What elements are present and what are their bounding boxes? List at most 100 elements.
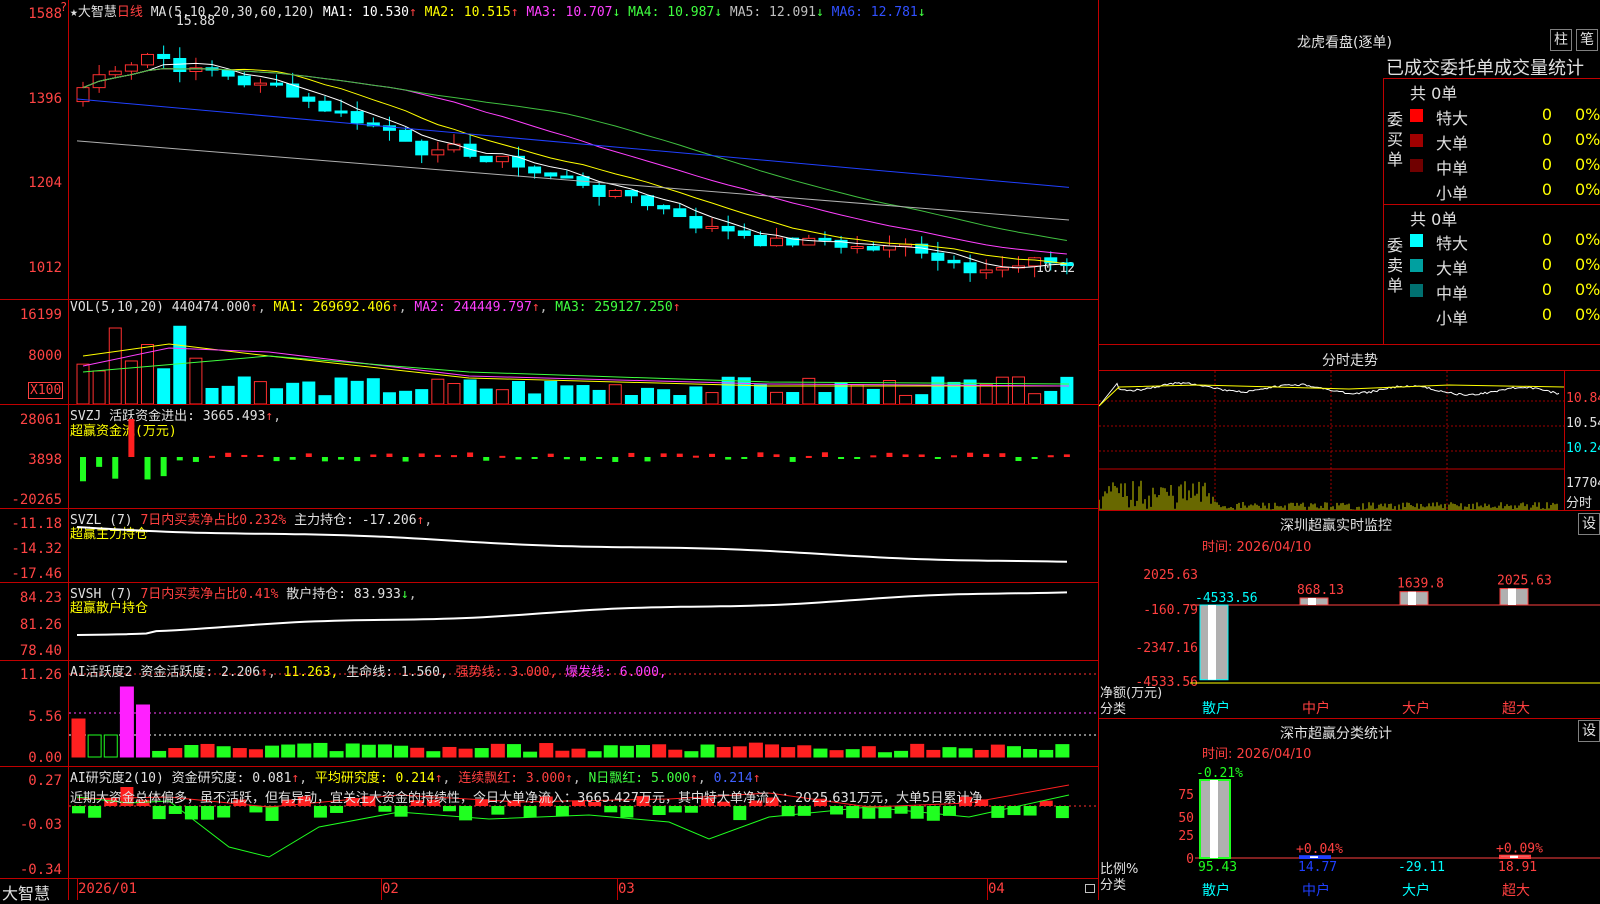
price-axis-3: 1204 (28, 175, 62, 191)
activity-bar (716, 747, 731, 758)
volume-bar (108, 327, 122, 404)
volume-chart (76, 325, 1074, 404)
vol-unit: X100 (28, 382, 64, 399)
volume-bar (576, 385, 590, 404)
stat-label: 大单 (1436, 259, 1469, 278)
ma3-line (82, 68, 1067, 255)
bottom-stock-name[interactable]: 大智慧 (2, 880, 50, 904)
candle-body (124, 64, 138, 72)
volume-bar (528, 393, 542, 404)
vol-ma3 (82, 355, 1070, 385)
price-axis-1: 1588 (28, 6, 62, 22)
flow-bar (450, 455, 457, 458)
activity-bar (587, 751, 602, 758)
flow-bar (612, 457, 619, 462)
flow-bar (580, 457, 586, 461)
monitor-settings-button[interactable]: 设 (1578, 513, 1600, 535)
volume-bar (673, 395, 687, 404)
class-category: 超大 (1502, 883, 1530, 899)
volume-bar (511, 381, 525, 404)
question-mark[interactable]: ? (60, 0, 67, 14)
ma-arrow-3: ↓ (612, 5, 621, 20)
activity-bar (329, 751, 344, 758)
volume-bar (931, 376, 945, 404)
price-chart (76, 45, 1074, 282)
flow-bar (370, 454, 377, 457)
activity-bar (136, 704, 151, 758)
candle-body (802, 237, 816, 246)
candle-body (1028, 257, 1042, 267)
activity-bar (748, 742, 763, 758)
flow-bar (402, 457, 409, 462)
stat-count: 0 (1541, 130, 1552, 149)
fenshi-axis-5: 分时 (1566, 496, 1593, 511)
flow-bar (192, 457, 199, 462)
flow-bar (709, 453, 716, 457)
volume-bar (157, 368, 171, 404)
activity-bar (877, 752, 892, 758)
ma-arrow-2: ↑ (510, 5, 519, 20)
stat-label: 特大 (1436, 109, 1469, 128)
svzj-chart (80, 419, 1070, 482)
activity-bar (345, 743, 360, 758)
research-bar (88, 806, 102, 818)
volume-bar (205, 387, 219, 404)
volume-bar (818, 392, 832, 404)
lock-icon[interactable] (1085, 884, 1095, 893)
tab-bi-button[interactable]: 笔 (1576, 29, 1598, 51)
class-value: 14.77 (1298, 860, 1338, 875)
candle-body (995, 267, 1009, 271)
volume-bar (1028, 393, 1042, 404)
flow-bar (467, 452, 474, 457)
flow-bar (692, 455, 699, 458)
flow-bar (644, 457, 651, 462)
candle-body (415, 140, 429, 156)
candle-body (608, 189, 622, 197)
svzj-axis-3: -20265 (11, 492, 62, 508)
volume-bar (899, 394, 913, 404)
class-value: 95.43 (1198, 860, 1238, 875)
tab-zhu-button[interactable]: 柱 (1550, 29, 1572, 51)
activity-bar (361, 744, 376, 758)
ar-axis-3: -0.34 (19, 862, 62, 878)
research-bar (152, 806, 166, 820)
research-bar (313, 806, 327, 818)
flow-bar (499, 455, 506, 458)
volume-bar (221, 385, 235, 404)
activity-bar (894, 750, 909, 758)
research-bar (668, 806, 682, 813)
flow-bar (112, 457, 119, 479)
flow-bar (96, 457, 103, 467)
class-top-label: -0.21% (1196, 766, 1243, 781)
svsh-chart (76, 591, 1068, 636)
candle-body (689, 216, 703, 229)
svzl-axis-2: -14.32 (11, 541, 62, 557)
volume-bar (76, 363, 90, 404)
volume-bar (318, 395, 332, 404)
class-axis-label: 0 (1186, 852, 1194, 867)
candle-body (641, 195, 655, 207)
net-value-label: 868.13 (1297, 583, 1344, 598)
stat-percent: 0% (1575, 255, 1600, 274)
volume-bar (753, 384, 767, 404)
activity-bar (281, 744, 296, 758)
activity-bar (603, 745, 618, 758)
monitor-category: 大户 (1402, 701, 1430, 717)
flow-bar (176, 457, 183, 461)
volume-bar (657, 389, 671, 404)
period-label[interactable]: 日线 (117, 5, 143, 20)
ai-axis-3: 0.00 (28, 750, 62, 766)
ma-arrow-5: ↓ (815, 5, 824, 20)
class-chart: -0.21% +0.04% +0.09% (1195, 766, 1600, 860)
volume-bar (463, 379, 477, 404)
activity-bar (1039, 749, 1054, 758)
volume-bar (270, 388, 284, 404)
volume-bar (1011, 376, 1025, 404)
volume-bar (705, 392, 719, 404)
stock-name[interactable]: 大智慧 (78, 5, 117, 20)
activity-bar (910, 743, 925, 758)
flow-bar (596, 457, 603, 459)
candle-body (931, 252, 945, 261)
class-settings-button[interactable]: 设 (1578, 720, 1600, 742)
monitor-category: 中户 (1302, 701, 1330, 717)
